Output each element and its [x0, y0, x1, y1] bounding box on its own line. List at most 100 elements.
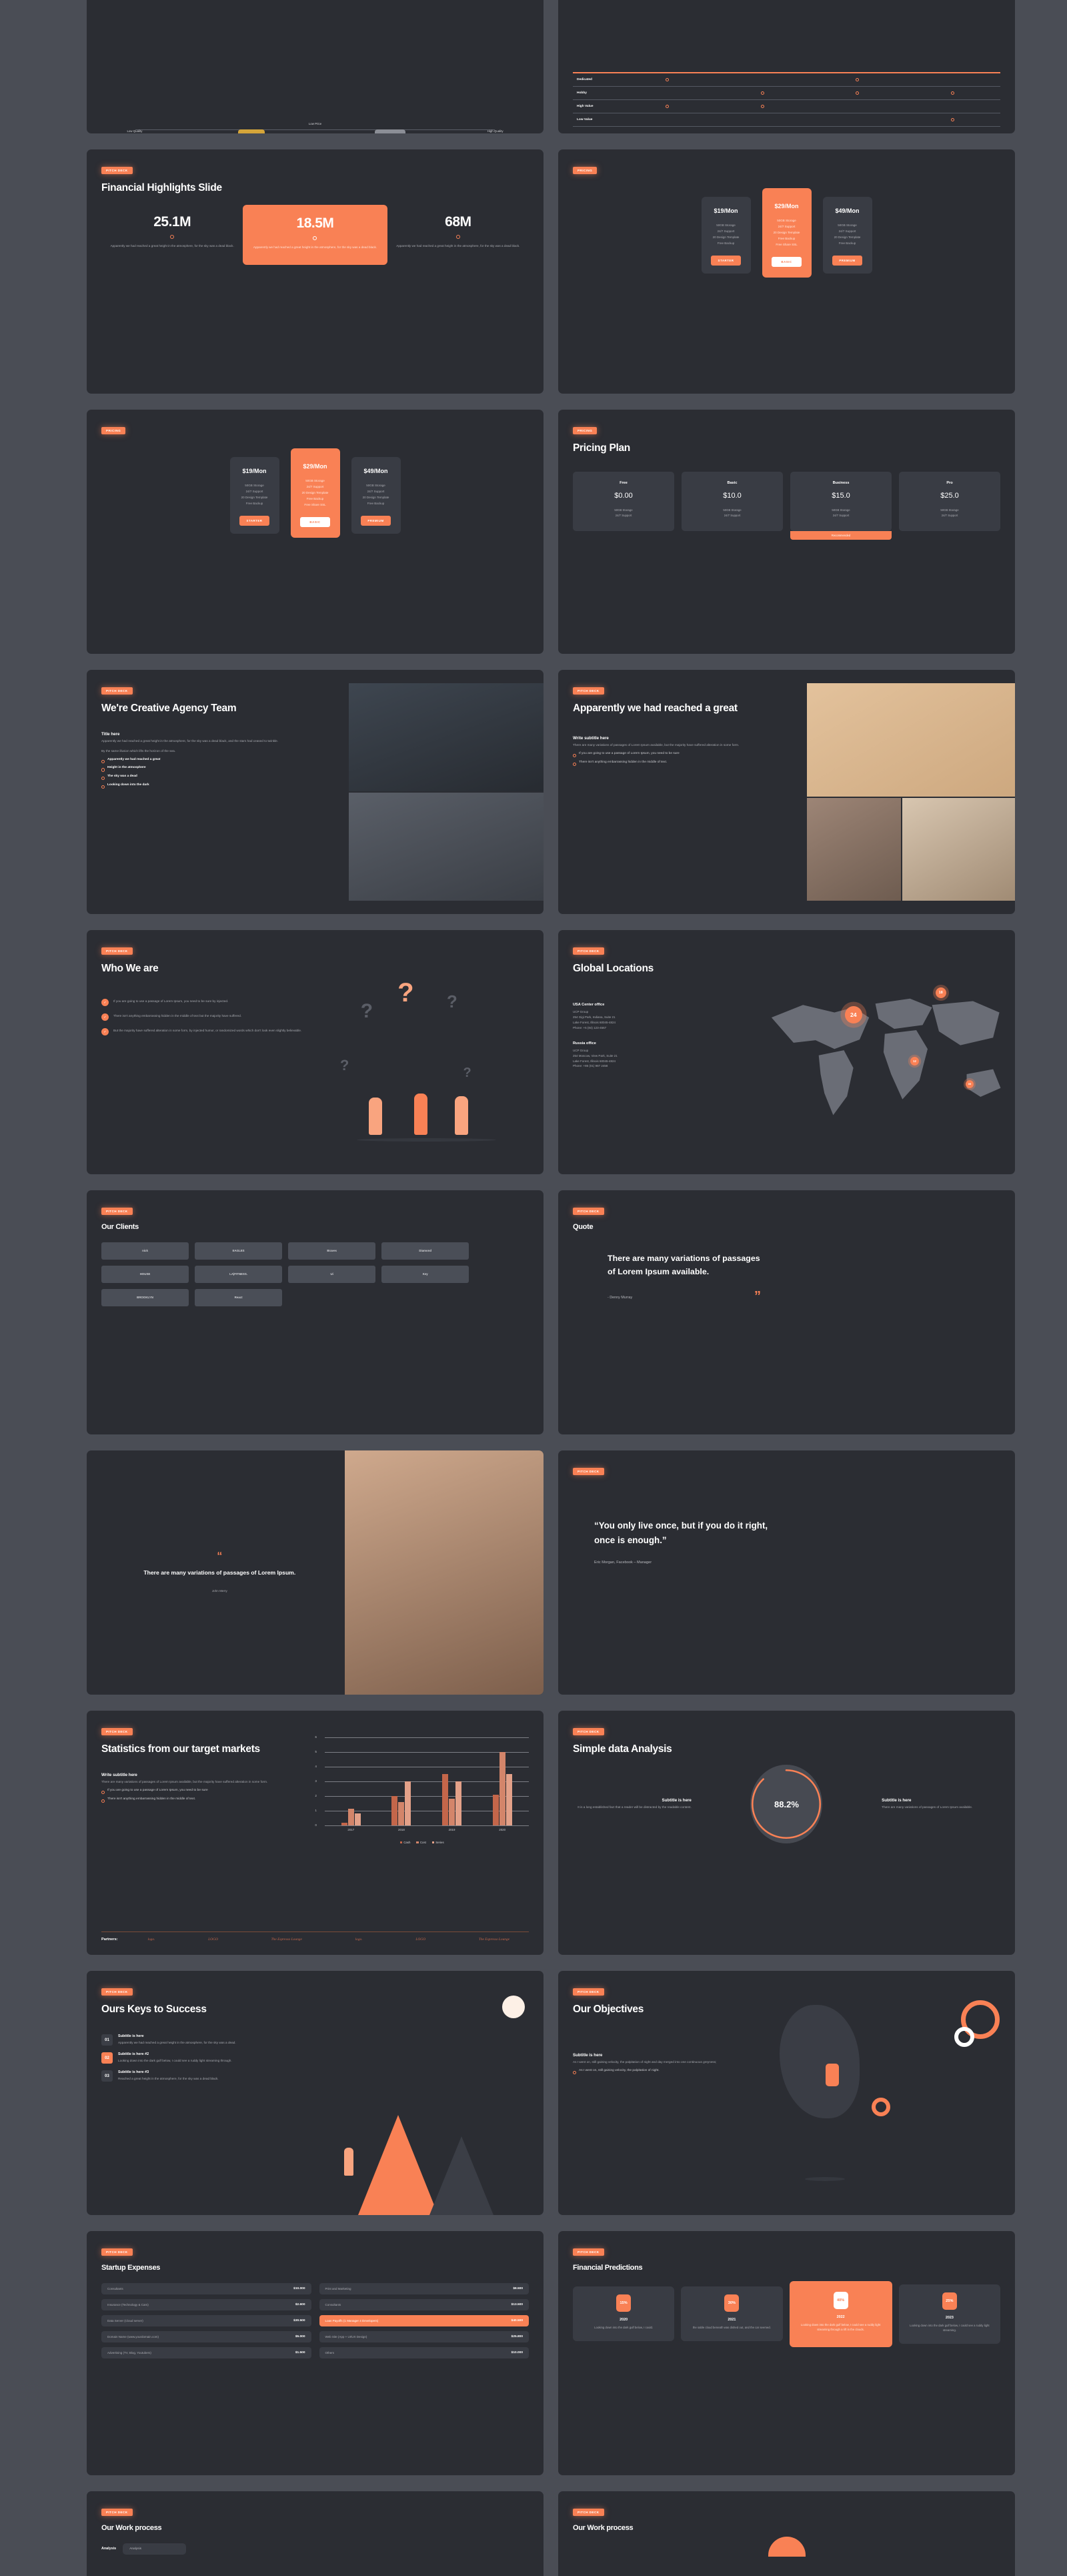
stat-card[interactable]: 25.1M Apparently we had reached a great h…	[101, 214, 243, 248]
slide-global-locations[interactable]: LOGO 69 PITCH DECK Global Locations USA …	[558, 930, 1015, 1174]
slide-testimonial-big[interactable]: LOGO 73 PITCH DECK “You only live once, …	[558, 1450, 1015, 1695]
bullet-item: Height in the atmosphere	[101, 765, 342, 772]
office-line: Phone: +5 (84) 123-4567	[573, 1025, 607, 1029]
slide-quote[interactable]: LOGO 71 PITCH DECK Quote There are many …	[558, 1190, 1015, 1434]
client-logo[interactable]: BROOKLYN	[101, 1288, 189, 1306]
stat-description: Apparently we had reached a great height…	[253, 246, 377, 250]
slide-financial-predictions[interactable]: LOGO 79 PITCH DECK Financial Predictions…	[558, 2231, 1015, 2475]
expense-row[interactable]: Domain Name (www.yourdomain.com) $5.000	[101, 2330, 311, 2342]
plan-feature: Free Backup	[778, 237, 796, 240]
client-logo[interactable]: React	[195, 1288, 283, 1306]
client-logo[interactable]: Diamond	[381, 1242, 469, 1260]
badge-pitch-deck: PITCH DECK	[101, 687, 133, 695]
plan-column[interactable]: Free $0.00 50GB Storage 24/7 Support	[573, 472, 674, 539]
badge-pitch-deck: PITCH DECK	[573, 947, 604, 955]
slide-startup-expenses[interactable]: LOGO 78 PITCH DECK Startup Expenses Cons…	[87, 2231, 544, 2475]
table-row: Low Value	[573, 113, 1000, 127]
pricing-card[interactable]: $49/Mon 50GB Storage 24/7 Support 20 Design…	[351, 456, 401, 534]
plan-card[interactable]: Business $15.0 50GB Storage 24/7 Support	[790, 472, 892, 531]
stat-card[interactable]: 68M Apparently we had reached a great hei…	[387, 214, 529, 248]
prediction-card[interactable]: 40% 2022 Looking down into the dark gulf b…	[789, 2280, 892, 2347]
expense-row[interactable]: Web Site (App + UI/UX Design) $25.800	[319, 2330, 529, 2342]
client-logo[interactable]: EAGLES	[195, 1242, 283, 1260]
map-marker[interactable]: 09	[966, 1080, 974, 1088]
plan-column[interactable]: Basic $10.0 50GB Storage 24/7 Support	[682, 472, 783, 539]
plan-feature: Free Share SSL	[304, 503, 326, 506]
slide-keys-to-success[interactable]: LOGO 76 PITCH DECK Ours Keys to Success …	[87, 1971, 544, 2215]
slide-testimonial-photo[interactable]: LOGO 72 “ There are many variations of p…	[87, 1450, 544, 1695]
slide-pricing-cards-a[interactable]: LOGO 60 PRICING $19/Mon50GB Storage24/7 …	[558, 149, 1015, 394]
map-marker[interactable]: 12	[910, 1056, 919, 1065]
slide-our-clients[interactable]: LOGO 70 PITCH DECK Our Clients nickEAGLE…	[87, 1190, 544, 1434]
plan-card[interactable]: Pro $25.0 50GB Storage 24/7 Support	[899, 472, 1000, 531]
page-title: We're Creative Agency Team	[101, 703, 237, 714]
slide-financial-highlights[interactable]: LOGO 61 PITCH DECK Financial Highlights …	[87, 149, 544, 394]
client-logo[interactable]: Ui	[288, 1265, 376, 1283]
office-name: Russia office	[573, 1041, 596, 1045]
plan-cta-button[interactable]: BASIC	[771, 257, 802, 267]
prediction-card[interactable]: 30% 2021 the sable cloud beneath was dishe…	[681, 2286, 783, 2342]
slide-creative-agency[interactable]: LOGO 65 PITCH DECK We're Creative Agency…	[87, 670, 544, 914]
slide-quality-matrix[interactable]: LOGO 58 Low Quality High Quality Low Pri…	[87, 0, 544, 133]
pricing-card[interactable]: $19/Mon 50GB Storage 24/7 Support 20 Design…	[701, 196, 751, 274]
donut-chart: 88.2%	[697, 1765, 876, 1844]
dot-cell	[905, 118, 1000, 121]
map-marker[interactable]: 24	[844, 1005, 862, 1023]
stat-card[interactable]: 18.5M Apparently we had reached a great h…	[243, 205, 387, 265]
slide-statistics[interactable]: LOGO 74 PITCH DECK Statistics from our t…	[87, 1711, 544, 1955]
plan-column[interactable]: Pro $25.0 50GB Storage 24/7 Support	[899, 472, 1000, 539]
map-marker[interactable]: 18	[935, 987, 946, 999]
client-logo[interactable]: nick	[101, 1242, 189, 1260]
pricing-card[interactable]: $19/Mon 50GB Storage 24/7 Support 20 Design…	[229, 456, 279, 534]
client-logo[interactable]: HOUSE	[101, 1265, 189, 1283]
badge-pitch-deck: PITCH DECK	[101, 1728, 133, 1735]
slide-who-we-are[interactable]: LOGO 68 PITCH DECK Who We are ✓If you ar…	[87, 930, 544, 1174]
slide-apparently-reached[interactable]: LOGO 66 PITCH DECK Apparently we had rea…	[558, 670, 1015, 914]
client-logo[interactable]: LA|FITNESS.	[195, 1265, 283, 1283]
plan-card[interactable]: Basic $10.0 50GB Storage 24/7 Support	[682, 472, 783, 531]
plan-cta-button[interactable]: STARTER	[239, 515, 270, 526]
expense-label: Data Server (Cloud server)	[107, 2318, 143, 2322]
slide-our-objectives[interactable]: LOGO 77 PITCH DECK Our Objectives Subtit…	[558, 1971, 1015, 2215]
plan-column[interactable]: Business $15.0 50GB Storage 24/7 Support Rec…	[790, 472, 892, 540]
expense-row[interactable]: Consultants $10.000	[101, 2282, 311, 2294]
office-line: 254 Moscow, View Park, Suite 21	[573, 1053, 618, 1057]
pricing-card[interactable]: $29/Mon 50GB Storage 24/7 Support 20 Design…	[762, 188, 812, 278]
plan-cta-button[interactable]: PREMIUM	[832, 255, 863, 266]
client-logo[interactable]: Key	[381, 1265, 469, 1283]
quote-author: John Merry	[211, 1589, 227, 1593]
expense-row[interactable]: Print and Marketing $8.500	[319, 2282, 529, 2294]
pricing-card[interactable]: $49/Mon 50GB Storage 24/7 Support 20 Design…	[822, 196, 872, 274]
expense-row[interactable]: Loan Payoffs (1 Manager 4 Developers) $40…	[319, 2314, 529, 2326]
slide-matrix-table[interactable]: LOGO 59 DedicatedHobbyHigh ValueLow Valu…	[558, 0, 1015, 133]
expense-row[interactable]: Data Server (Cloud server) $30.500	[101, 2314, 311, 2326]
expense-row[interactable]: Advertising (TV, Blog, Youtubers) $1.500	[101, 2346, 311, 2358]
plan-cta-button[interactable]: BASIC	[299, 517, 331, 527]
client-logo[interactable]: Braves	[288, 1242, 376, 1260]
plan-cta-button[interactable]: STARTER	[710, 255, 742, 266]
plan-feature: 50GB Storage	[777, 219, 796, 222]
plan-cta-button[interactable]: PREMIUM	[360, 515, 391, 526]
dot-cell	[715, 118, 810, 121]
badge-pitch-deck: PITCH DECK	[101, 167, 133, 174]
expense-row[interactable]: Consultants $13.500	[319, 2298, 529, 2310]
slide-simple-data-analysis[interactable]: LOGO 75 PITCH DECK Simple data Analysis …	[558, 1711, 1015, 1955]
office-photo-top	[349, 683, 544, 791]
slide-pricing-cards-b[interactable]: LOGO 63 PRICING $19/Mon50GB Storage24/7 …	[87, 410, 544, 654]
prediction-year: 2022	[836, 2314, 845, 2319]
slide-work-process-a[interactable]: LOGO PITCH DECK Our Work process Analysi…	[87, 2491, 544, 2576]
slide-pricing-plan[interactable]: LOGO 64 PRICING Pricing Plan Free$0.0050…	[558, 410, 1015, 654]
plan-card[interactable]: Free $0.00 50GB Storage 24/7 Support	[573, 472, 674, 531]
expense-value: $8.500	[513, 2286, 523, 2290]
pricing-card[interactable]: $29/Mon 50GB Storage 24/7 Support 20 Design…	[290, 448, 340, 538]
process-cell[interactable]: Analysis	[123, 2543, 187, 2555]
stat-value: 25.1M	[153, 214, 191, 230]
prediction-card[interactable]: 15% 2020 Looking down into the dark gulf b…	[573, 2286, 675, 2342]
expense-row[interactable]: Insurance (Technology & Cars) $2.600	[101, 2298, 311, 2310]
slide-work-process-b[interactable]: LOGO PITCH DECK Our Work process	[558, 2491, 1015, 2576]
expense-row[interactable]: Others $10.000	[319, 2346, 529, 2358]
plan-feature: Free Backup	[838, 241, 856, 245]
prediction-card[interactable]: 25% 2023 Looking down into the dark gulf b…	[898, 2284, 1000, 2344]
dot-marker-icon	[856, 91, 860, 95]
dot-marker-icon	[665, 105, 669, 108]
